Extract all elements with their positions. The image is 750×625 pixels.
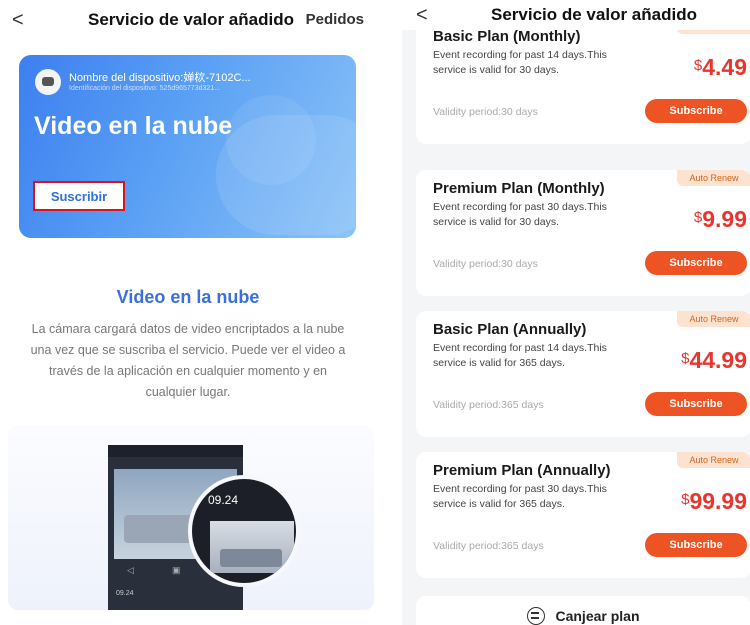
currency-symbol: $ [693,209,703,226]
redeem-icon [527,607,546,625]
price-value: 44.99 [689,347,747,373]
device-name: Nombre del dispositivo:婵栨-7102C... [69,72,251,84]
right-header: < Servicio de valor añadido [402,0,750,30]
camera-icon: ▣ [171,565,181,575]
currency-symbol: $ [693,57,703,74]
plan-card: Auto Renew Premium Plan (Annually) Event… [416,452,750,578]
right-screen: Auto Renew Basic Plan (Monthly) Event re… [402,0,750,625]
plan-price: $99.99 [681,488,747,515]
plan-price: $4.49 [694,54,747,81]
plan-name: Premium Plan (Monthly) [433,180,605,197]
subscribe-button[interactable]: Subscribe [645,392,747,416]
zoom-circle: 09.24 [188,475,300,587]
plan-description: Event recording for past 30 days.This se… [433,201,607,228]
auto-renew-badge: Auto Renew [677,311,750,327]
price-value: 4.49 [702,54,747,80]
device-id: Identificación del dispositivo: 525d9657… [69,85,220,92]
left-header: < Servicio de valor añadido Pedidos [0,0,376,40]
card-title: Video en la nube [34,112,233,140]
speaker-icon: ◁ [127,565,134,575]
left-screen: < Servicio de valor añadido Pedidos Nomb… [0,0,376,625]
subscribe-button[interactable]: Subscribe [645,99,747,123]
plan-description: Event recording for past 14 days.This se… [433,342,607,369]
redeem-label: Canjear plan [555,608,640,624]
page-title: Servicio de valor añadido [491,5,697,24]
section-title: Video en la nube [116,287,260,307]
price-value: 99.99 [689,488,747,514]
page-title: Servicio de valor añadido [88,10,294,29]
redeem-plan-button[interactable]: Canjear plan [416,596,750,625]
phone-status-bar [108,445,243,457]
panel-divider [376,0,402,625]
price-value: 9.99 [702,206,747,232]
phone-time: 09.24 [116,590,134,597]
auto-renew-badge: Auto Renew [677,452,750,468]
auto-renew-badge: Auto Renew [677,170,750,186]
subscribe-button[interactable]: Suscribir [33,181,125,211]
plan-name: Basic Plan (Annually) [433,321,587,338]
back-arrow-icon[interactable]: < [416,4,428,27]
zoom-time: 09.24 [208,493,239,507]
validity-period: Validity period:365 days [433,399,544,411]
promo-illustration: ◁ ▣ ● 09.24 09.24 [8,425,374,610]
plan-name: Basic Plan (Monthly) [433,28,581,45]
plan-description: Event recording for past 30 days.This se… [433,483,607,510]
cloud-video-card: Nombre del dispositivo:婵栨-7102C... Ident… [19,55,356,238]
cloud-decoration [226,95,316,185]
section-description: La cámara cargará datos de video encript… [30,322,346,399]
validity-period: Validity period:30 days [433,258,538,270]
subscribe-button[interactable]: Subscribe [645,533,747,557]
orders-link[interactable]: Pedidos [306,11,364,28]
plan-card: Auto Renew Basic Plan (Monthly) Event re… [416,18,750,144]
plan-description: Event recording for past 14 days.This se… [433,49,607,76]
plan-card: Auto Renew Basic Plan (Annually) Event r… [416,311,750,437]
validity-period: Validity period:30 days [433,106,538,118]
plan-card: Auto Renew Premium Plan (Monthly) Event … [416,170,750,296]
camera-icon [35,69,61,95]
plan-name: Premium Plan (Annually) [433,462,611,479]
validity-period: Validity period:365 days [433,540,544,552]
sofa-image [220,549,282,567]
plan-price: $9.99 [694,206,747,233]
plan-price: $44.99 [681,347,747,374]
subscribe-button[interactable]: Subscribe [645,251,747,275]
back-arrow-icon[interactable]: < [12,9,24,32]
